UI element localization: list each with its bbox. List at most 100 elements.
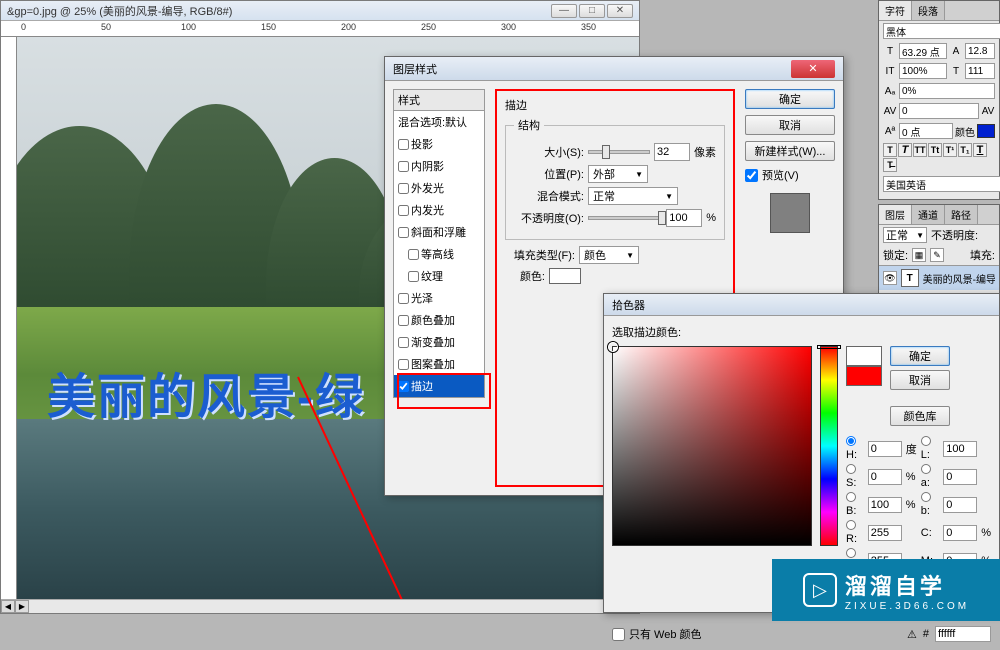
text-color-swatch[interactable] [977,124,995,138]
style-checkbox[interactable] [398,337,409,348]
visibility-icon[interactable]: 👁 [883,271,897,285]
leading-input[interactable] [965,43,995,59]
style-item-5[interactable]: 斜面和浮雕 [394,221,484,243]
blend-select[interactable]: 正常 ▼ [588,187,678,205]
h-radio[interactable]: H: [846,436,864,461]
style-checkbox[interactable] [398,293,409,304]
strikethrough-button[interactable]: T̶ [883,158,897,172]
tab-layers[interactable]: 图层 [879,205,912,224]
style-checkbox[interactable] [408,271,419,282]
a-input[interactable] [943,469,977,485]
ruler-vertical[interactable] [1,37,17,599]
lock-paint-button[interactable]: ✎ [930,248,944,262]
color-library-button[interactable]: 颜色库 [890,406,950,426]
smallcaps-button[interactable]: Tt [928,143,942,157]
lock-transparency-button[interactable]: ▦ [912,248,926,262]
hue-slider[interactable] [820,346,838,546]
style-item-10[interactable]: 渐变叠加 [394,331,484,353]
l-radio[interactable]: L: [921,436,939,461]
position-select[interactable]: 外部 ▼ [588,165,648,183]
l-input[interactable] [943,441,977,457]
underline-button[interactable]: T [973,143,987,157]
font-size-input[interactable] [899,43,947,59]
kerning-input[interactable] [899,103,979,119]
baseline-input[interactable] [899,83,995,99]
scroll-left-button[interactable]: ◀ [1,600,15,613]
ok-button[interactable]: 确定 [890,346,950,366]
h-input[interactable] [868,441,902,457]
vscale-input[interactable] [899,63,947,79]
s-input[interactable] [868,469,902,485]
tab-paths[interactable]: 路径 [945,205,978,224]
opacity-input[interactable] [666,209,702,227]
style-checkbox[interactable] [408,249,419,260]
style-item-7[interactable]: 纹理 [394,265,484,287]
a-radio[interactable]: a: [921,464,939,489]
ruler-horizontal[interactable]: 050100150200250300350 [1,21,639,37]
size-slider[interactable] [588,150,650,154]
style-item-1[interactable]: 投影 [394,133,484,155]
b-radio[interactable]: B: [846,492,864,517]
style-checkbox[interactable] [398,315,409,326]
style-item-2[interactable]: 内阴影 [394,155,484,177]
hex-input[interactable] [935,626,991,642]
web-only-checkbox[interactable]: 只有 Web 颜色 [612,626,702,642]
bb-input[interactable] [943,497,977,513]
opacity-slider[interactable] [588,216,662,220]
r-radio[interactable]: R: [846,520,864,545]
bold-button[interactable]: T [883,143,897,157]
style-item-4[interactable]: 内发光 [394,199,484,221]
style-checkbox[interactable] [398,139,409,150]
style-checkbox[interactable] [398,359,409,370]
color-swatch-button[interactable] [549,268,581,284]
tab-channels[interactable]: 通道 [912,205,945,224]
close-button[interactable]: ✕ [607,4,633,18]
tab-character[interactable]: 字符 [879,1,912,20]
italic-button[interactable]: T [898,143,912,157]
cancel-button[interactable]: 取消 [745,115,835,135]
style-item-12[interactable]: 描边 [394,375,484,397]
maximize-button[interactable]: □ [579,4,605,18]
style-item-8[interactable]: 光泽 [394,287,484,309]
current-color-swatch[interactable] [846,366,882,386]
minimize-button[interactable]: — [551,4,577,18]
ok-button[interactable]: 确定 [745,89,835,109]
style-checkbox[interactable] [398,161,409,172]
document-titlebar[interactable]: &gp=0.jpg @ 25% (美丽的风景-编导, RGB/8#) — □ ✕ [1,1,639,21]
layer-row[interactable]: 👁 T 美丽的风景-编导 [879,265,999,290]
cancel-button[interactable]: 取消 [890,370,950,390]
style-checkbox[interactable] [398,227,409,238]
blend-mode-select[interactable]: 正常▼ [883,227,927,243]
style-item-11[interactable]: 图案叠加 [394,353,484,375]
preview-checkbox[interactable]: 预览(V) [745,167,835,183]
style-item-6[interactable]: 等高线 [394,243,484,265]
color-picker-titlebar[interactable]: 拾色器 [604,294,999,316]
style-item-9[interactable]: 颜色叠加 [394,309,484,331]
filltype-select[interactable]: 颜色 ▼ [579,246,639,264]
close-icon[interactable]: ✕ [791,60,835,78]
scrollbar-horizontal[interactable]: ◀ ▶ ▶ [1,599,639,613]
layer-style-titlebar[interactable]: 图层样式 ✕ [385,57,843,81]
superscript-button[interactable]: T¹ [943,143,957,157]
tab-paragraph[interactable]: 段落 [912,1,945,20]
scroll-right-button[interactable]: ▶ [15,600,29,613]
style-checkbox[interactable] [398,183,409,194]
language-select[interactable] [883,176,1000,192]
bb-radio[interactable]: b: [921,492,939,517]
color-field[interactable] [612,346,812,546]
new-style-button[interactable]: 新建样式(W)... [745,141,835,161]
style-item-3[interactable]: 外发光 [394,177,484,199]
r-input[interactable] [868,525,902,541]
subscript-button[interactable]: T₁ [958,143,972,157]
new-color-swatch[interactable] [846,346,882,366]
hscale-input[interactable] [965,63,995,79]
size-input[interactable] [654,143,690,161]
style-item-0[interactable]: 混合选项:默认 [394,111,484,133]
style-checkbox[interactable] [398,205,409,216]
allcaps-button[interactable]: TT [913,143,927,157]
s-radio[interactable]: S: [846,464,864,489]
bh-input[interactable] [868,497,902,513]
shift-input[interactable] [899,123,953,139]
layer-thumbnail[interactable]: T [901,269,919,287]
style-checkbox[interactable] [398,381,409,392]
